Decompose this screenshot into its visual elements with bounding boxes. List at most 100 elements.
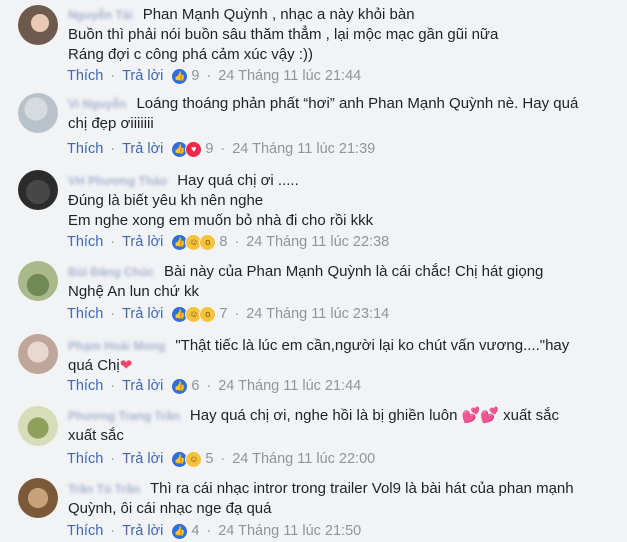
comment-text: Đúng là biết yêu kh nên nghe bbox=[68, 192, 264, 209]
timestamp[interactable]: 24 Tháng 11 lúc 21:44 bbox=[218, 66, 361, 86]
comment-text: Phan Mạnh Quỳnh , nhạc a này khỏi bàn bbox=[142, 6, 415, 23]
timestamp[interactable]: 24 Tháng 11 lúc 22:00 bbox=[232, 449, 375, 469]
comment-body: Bùi Đăng Chúc Bài này của Phan Mạnh Quỳnh… bbox=[68, 262, 617, 302]
comment-text: chị đẹp ơiiiiiii bbox=[68, 115, 154, 132]
comment-body: Vi Nguyễn Loáng thoáng phản phất “hơi” an… bbox=[68, 94, 617, 134]
reaction-count[interactable]: 6 bbox=[191, 376, 199, 396]
reply-button[interactable]: Trả lời bbox=[122, 139, 163, 159]
timestamp[interactable]: 24 Tháng 11 lúc 21:50 bbox=[218, 521, 361, 541]
author-name[interactable]: Phương Trang Trần bbox=[68, 409, 180, 423]
reply-button[interactable]: Trả lời bbox=[122, 521, 163, 541]
reactions[interactable]: 👍 ☺ o bbox=[171, 233, 217, 251]
separator: · bbox=[234, 234, 240, 250]
like-icon: 👍 bbox=[171, 377, 189, 395]
like-button[interactable]: Thích bbox=[67, 376, 103, 396]
reactions[interactable]: 👍 ☺ bbox=[171, 450, 203, 468]
avatar[interactable] bbox=[18, 170, 58, 210]
avatar[interactable] bbox=[18, 478, 58, 518]
reaction-count[interactable]: 4 bbox=[191, 521, 199, 541]
wow-icon: o bbox=[199, 233, 217, 251]
separator: · bbox=[206, 523, 212, 539]
separator: · bbox=[110, 234, 116, 250]
love-icon: ♥ bbox=[185, 140, 203, 158]
reactions[interactable]: 👍 bbox=[171, 67, 189, 85]
author-name[interactable]: VH Phương Thảo bbox=[68, 174, 167, 188]
timestamp[interactable]: 24 Tháng 11 lúc 21:39 bbox=[232, 139, 375, 159]
comment-text: "Thật tiếc là lúc em cần,người lại ko ch… bbox=[175, 337, 570, 354]
like-button[interactable]: Thích bbox=[67, 232, 103, 252]
comment-actions: Thích · Trả lời 👍 ☺ o 8 · 24 Tháng 11 lúc … bbox=[67, 232, 389, 252]
timestamp[interactable]: 24 Tháng 11 lúc 22:38 bbox=[246, 232, 389, 252]
avatar[interactable] bbox=[18, 261, 58, 301]
reply-button[interactable]: Trả lời bbox=[122, 66, 163, 86]
separator: · bbox=[234, 306, 240, 322]
comment-text: Em nghe xong em muốn bỏ nhà đi cho rồi k… bbox=[68, 212, 374, 229]
reaction-count[interactable]: 8 bbox=[219, 232, 227, 252]
avatar[interactable] bbox=[18, 5, 58, 45]
reaction-count[interactable]: 9 bbox=[191, 66, 199, 86]
reaction-count[interactable]: 9 bbox=[205, 139, 213, 159]
reply-button[interactable]: Trả lời bbox=[122, 376, 163, 396]
like-button[interactable]: Thích bbox=[67, 66, 103, 86]
like-button[interactable]: Thích bbox=[67, 304, 103, 324]
separator: · bbox=[110, 451, 116, 467]
comment-actions: Thích · Trả lời 👍 ☺ 5 · 24 Tháng 11 lúc 2… bbox=[67, 449, 375, 469]
comment-body: Nguyễn Tài Phan Mạnh Quỳnh , nhạc a này k… bbox=[68, 5, 617, 65]
author-name[interactable]: Trần Tú Trần bbox=[68, 482, 140, 496]
timestamp[interactable]: 24 Tháng 11 lúc 23:14 bbox=[246, 304, 389, 324]
comment-body: Trần Tú Trần Thì ra cái nhạc intror trong… bbox=[68, 479, 617, 519]
reactions[interactable]: 👍 bbox=[171, 377, 189, 395]
separator: · bbox=[220, 141, 226, 157]
separator: · bbox=[110, 378, 116, 394]
author-name[interactable]: Vi Nguyễn bbox=[68, 97, 126, 111]
separator: · bbox=[110, 141, 116, 157]
like-button[interactable]: Thích bbox=[67, 521, 103, 541]
separator: · bbox=[110, 68, 116, 84]
reply-button[interactable]: Trả lời bbox=[122, 449, 163, 469]
reaction-count[interactable]: 7 bbox=[219, 304, 227, 324]
timestamp[interactable]: 24 Tháng 11 lúc 21:44 bbox=[218, 376, 361, 396]
like-button[interactable]: Thích bbox=[67, 449, 103, 469]
reply-button[interactable]: Trả lời bbox=[122, 232, 163, 252]
comment-text: xuất sắc bbox=[68, 427, 124, 444]
comment-text: Nghệ An lun chứ kk bbox=[68, 283, 199, 300]
author-name[interactable]: Phạm Hoài Mong bbox=[68, 339, 165, 353]
reactions[interactable]: 👍 ☺ o bbox=[171, 305, 217, 323]
comment-text: Thì ra cái nhạc intror trong trailer Vol… bbox=[150, 480, 574, 497]
comment-actions: Thích · Trả lời 👍 6 · 24 Tháng 11 lúc 21… bbox=[67, 376, 361, 396]
separator: · bbox=[206, 378, 212, 394]
comment-body: VH Phương Thảo Hay quá chị ơi ..... Đúng … bbox=[68, 171, 617, 231]
author-name[interactable]: Nguyễn Tài bbox=[68, 8, 133, 22]
comment-body: Phạm Hoài Mong "Thật tiếc là lúc em cần,n… bbox=[68, 336, 617, 376]
heart-icon: ❤ bbox=[119, 357, 133, 374]
reactions[interactable]: 👍 bbox=[171, 522, 189, 540]
comment-text: Hay quá chị ơi ..... bbox=[177, 172, 299, 189]
comment-actions: Thích · Trả lời 👍 9 · 24 Tháng 11 lúc 21… bbox=[67, 66, 361, 86]
separator: · bbox=[206, 68, 212, 84]
reaction-count[interactable]: 5 bbox=[205, 449, 213, 469]
avatar[interactable] bbox=[18, 334, 58, 374]
wow-icon: o bbox=[199, 305, 217, 323]
reactions[interactable]: 👍 ♥ bbox=[171, 140, 203, 158]
like-icon: 👍 bbox=[171, 522, 189, 540]
separator: · bbox=[220, 451, 226, 467]
avatar[interactable] bbox=[18, 93, 58, 133]
avatar[interactable] bbox=[18, 406, 58, 446]
comment-actions: Thích · Trả lời 👍 ♥ 9 · 24 Tháng 11 lúc 2… bbox=[67, 139, 375, 159]
comment-text: Quỳnh, ôi cái nhạc nge đạ quá bbox=[68, 500, 272, 517]
like-icon: 👍 bbox=[171, 67, 189, 85]
comment-body: Phương Trang Trần Hay quá chị ơi, nghe hồ… bbox=[68, 406, 617, 446]
comment-text: Loáng thoáng phản phất “hơi” anh Phan Mạ… bbox=[136, 95, 579, 112]
author-name[interactable]: Bùi Đăng Chúc bbox=[68, 265, 154, 279]
comment-text: Bài này của Phan Mạnh Quỳnh là cái chắc!… bbox=[164, 263, 544, 280]
comment-actions: Thích · Trả lời 👍 4 · 24 Tháng 11 lúc 21… bbox=[67, 521, 361, 541]
comment-text: Hay quá chị ơi, nghe hồi là bị ghiền luô… bbox=[189, 407, 559, 424]
like-button[interactable]: Thích bbox=[67, 139, 103, 159]
haha-icon: ☺ bbox=[185, 450, 203, 468]
reply-button[interactable]: Trả lời bbox=[122, 304, 163, 324]
comment-actions: Thích · Trả lời 👍 ☺ o 7 · 24 Tháng 11 lúc … bbox=[67, 304, 389, 324]
comment-text: Buồn thì phải nói buồn sâu thăm thẳm , l… bbox=[68, 26, 499, 43]
separator: · bbox=[110, 523, 116, 539]
separator: · bbox=[110, 306, 116, 322]
comment-text: quá Chị bbox=[68, 357, 120, 374]
